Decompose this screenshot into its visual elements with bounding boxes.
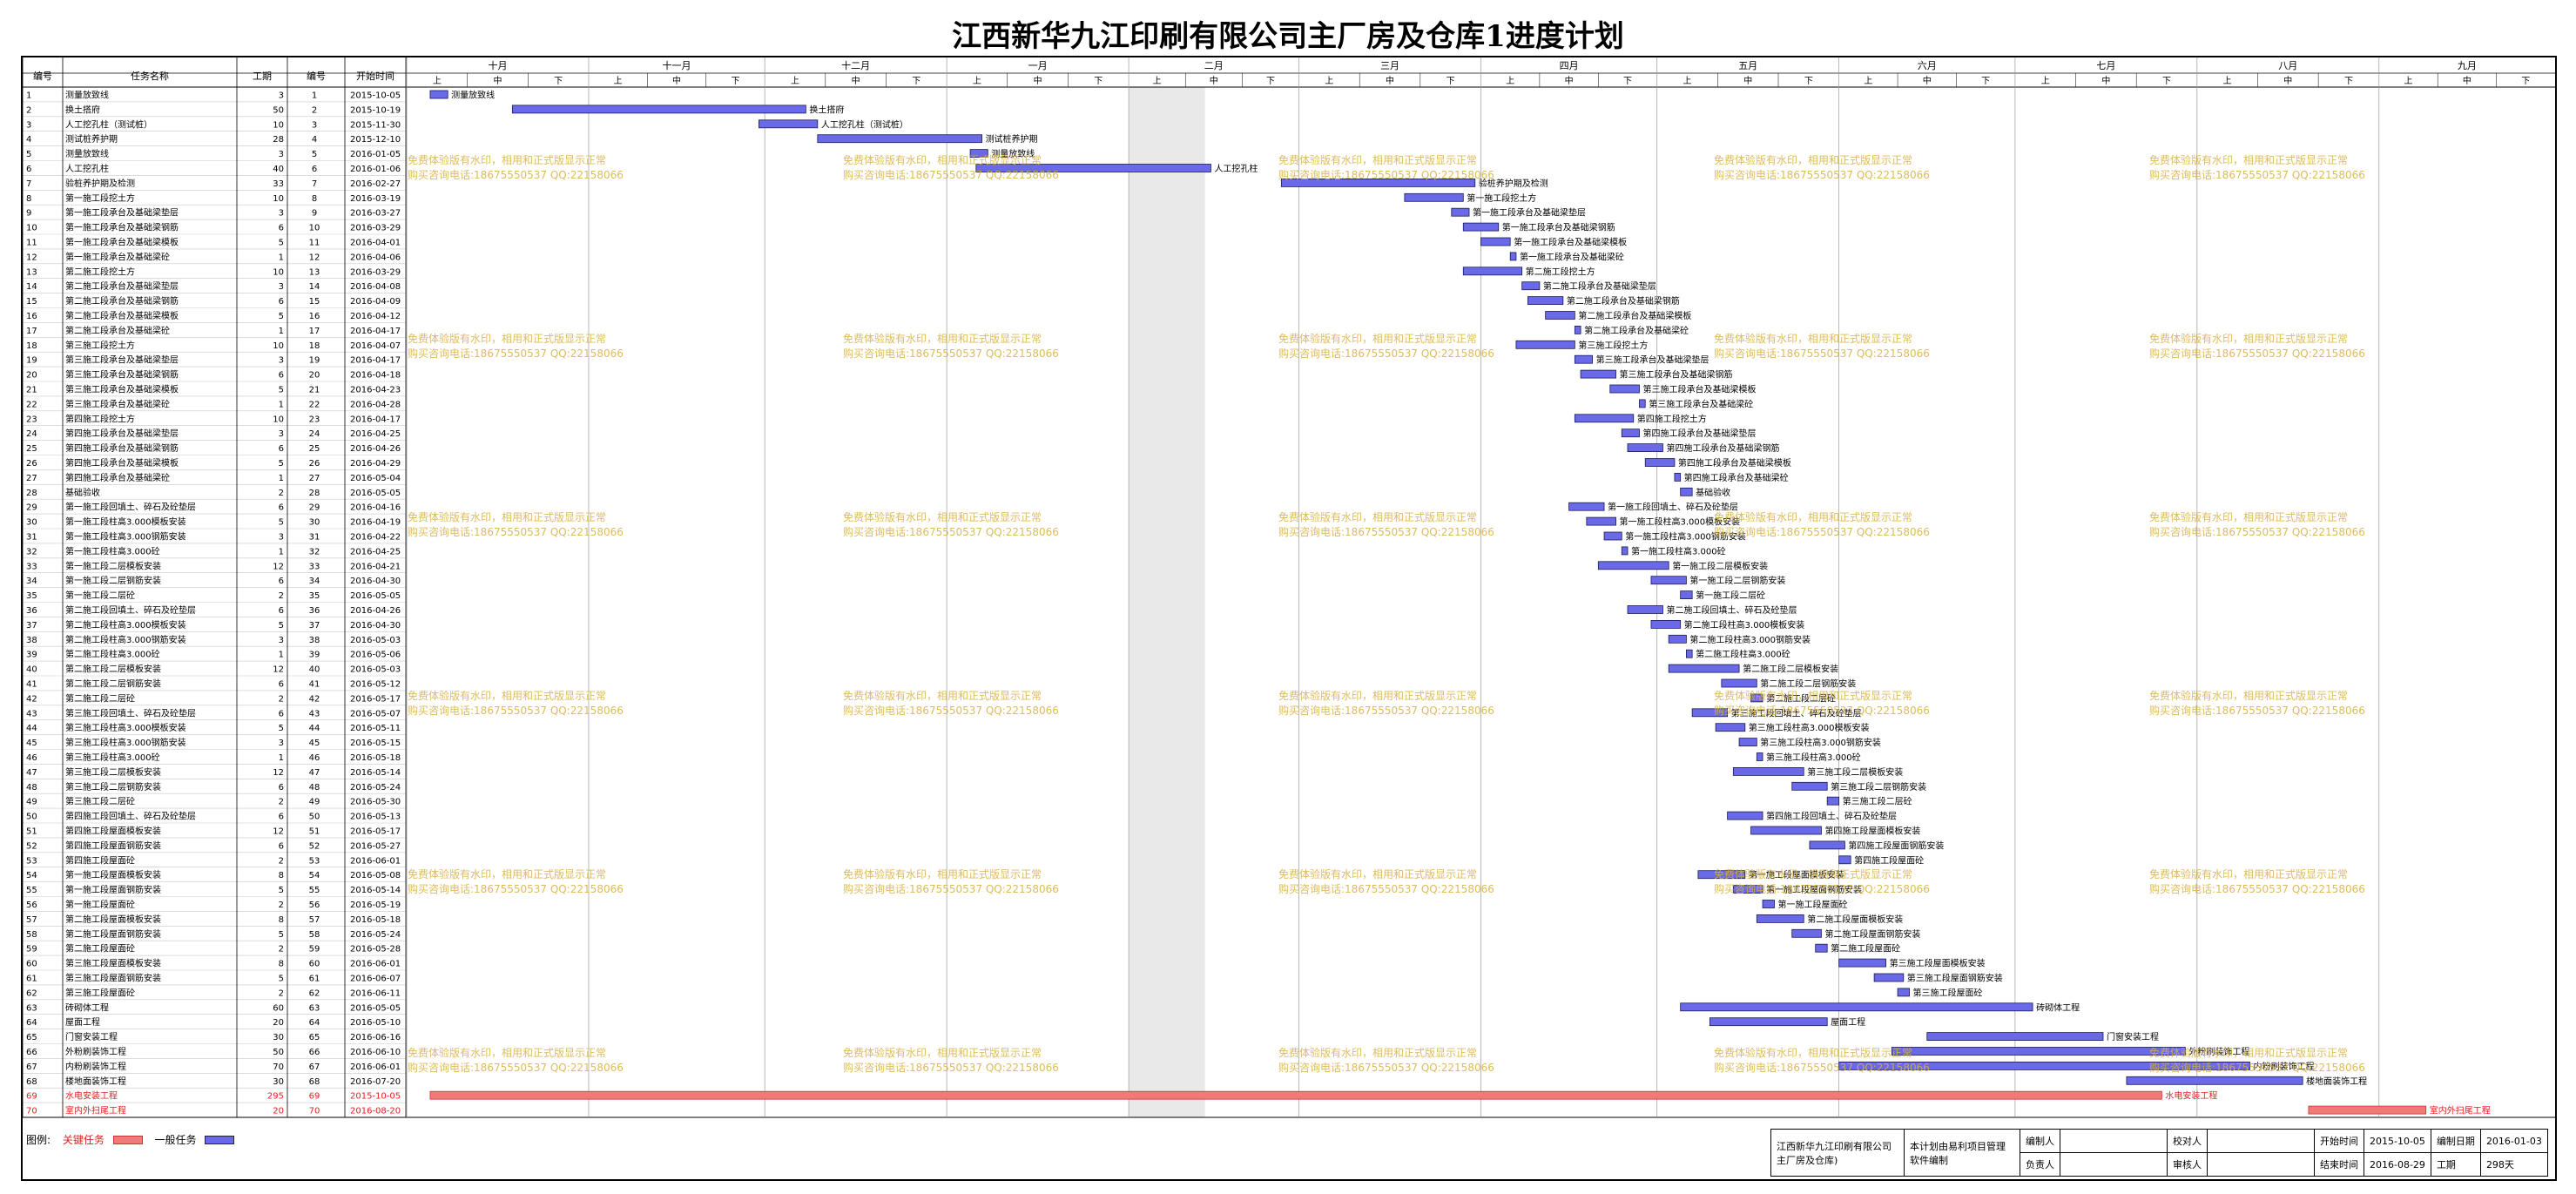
checked-by-label: 校对人 xyxy=(2167,1129,2208,1153)
dur-value: 298天 xyxy=(2479,1152,2548,1177)
end-label: 结束时间 xyxy=(2314,1152,2364,1177)
checked-by-value xyxy=(2207,1129,2315,1153)
legend-normal-swatch xyxy=(205,1135,235,1144)
reviewer-label: 审核人 xyxy=(2167,1152,2208,1177)
start-label: 开始时间 xyxy=(2314,1129,2364,1153)
owner-label: 负责人 xyxy=(2020,1152,2060,1177)
info-table: 江西新华九江印刷有限公司主厂房及仓库) 本计划由易利项目管理软件编制 编制人 校… xyxy=(1770,1129,2548,1177)
company-cell: 江西新华九江印刷有限公司主厂房及仓库) xyxy=(1770,1129,1905,1177)
prepared-by-label: 编制人 xyxy=(2020,1129,2060,1153)
end-value: 2016-08-29 xyxy=(2364,1152,2431,1177)
legend-critical-label: 关键任务 xyxy=(62,1134,105,1146)
legend-critical-swatch xyxy=(112,1135,143,1144)
start-value: 2015-10-05 xyxy=(2364,1129,2431,1153)
chart-frame xyxy=(21,56,2557,1181)
tool-cell: 本计划由易利项目管理软件编制 xyxy=(1904,1129,2020,1177)
dur-label: 工期 xyxy=(2430,1152,2481,1177)
legend: 图例: 关键任务 一般任务 xyxy=(26,1132,243,1147)
legend-label: 图例: xyxy=(26,1134,51,1146)
legend-normal-label: 一般任务 xyxy=(154,1134,197,1146)
owner-value xyxy=(2060,1152,2168,1177)
reviewer-value xyxy=(2207,1152,2315,1177)
date-value: 2016-01-03 xyxy=(2479,1129,2548,1153)
date-label: 编制日期 xyxy=(2430,1129,2481,1153)
prepared-by-value xyxy=(2060,1129,2168,1153)
